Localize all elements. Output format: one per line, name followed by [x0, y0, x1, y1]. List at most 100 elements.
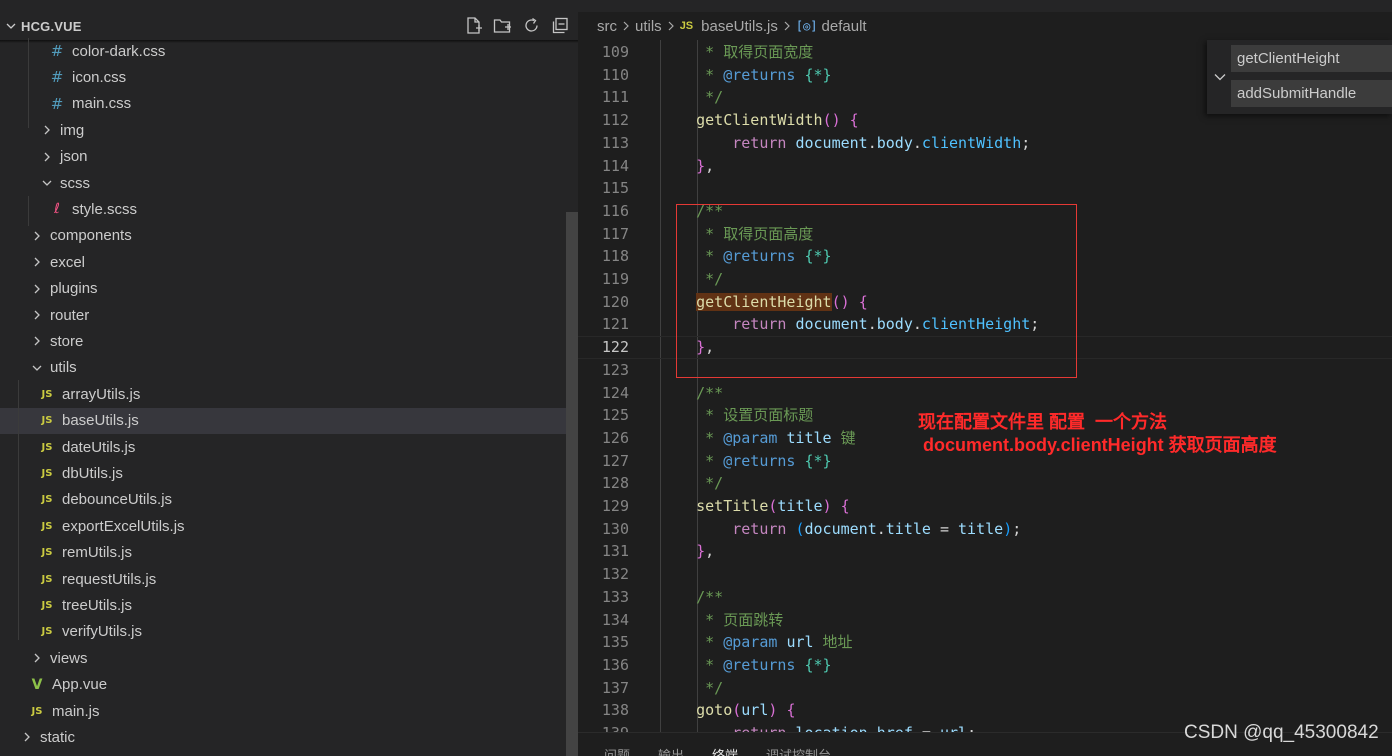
code-token: return [732, 519, 787, 538]
tree-folder[interactable]: static [0, 724, 578, 750]
line-number: 115 [601, 179, 629, 198]
tree-file[interactable]: JS requestUtils.js [0, 566, 578, 592]
code-line[interactable]: 130 return (document.title = title); [578, 518, 1392, 541]
tree-file[interactable]: # color-dark.css [0, 38, 578, 64]
suggest-item[interactable]: getClientHeight [1231, 45, 1392, 72]
annotation-line-1: 现在配置文件里 配置 一个方法 [918, 412, 1168, 432]
tab-debug-console[interactable]: 调试控制台 [766, 745, 831, 756]
code-token: * [660, 633, 724, 652]
new-folder-icon[interactable] [493, 16, 512, 35]
tab-terminal[interactable]: 终端 [712, 745, 738, 756]
chevron-down-icon[interactable] [1213, 70, 1227, 84]
breadcrumb-symbol[interactable]: default [822, 18, 867, 35]
tree-folder[interactable]: json [0, 144, 578, 170]
code-text: * 页面跳转 [660, 609, 783, 632]
code-line[interactable]: 134 * 页面跳转 [578, 609, 1392, 632]
tree-file[interactable]: V App.vue [0, 672, 578, 698]
tree-file[interactable]: JS main.js [0, 698, 578, 724]
tree-folder[interactable]: store [0, 328, 578, 354]
code-line[interactable]: 120 getClientHeight() { [578, 291, 1392, 314]
tree-folder[interactable]: excel [0, 249, 578, 275]
code-line[interactable]: 119 */ [578, 268, 1392, 291]
tree-file[interactable]: JS verifyUtils.js [0, 619, 578, 645]
code-line[interactable]: 135 * @param url 地址 [578, 631, 1392, 654]
tree-file[interactable]: JS remUtils.js [0, 540, 578, 566]
code-line[interactable]: 114 }, [578, 155, 1392, 178]
suggest-item[interactable]: addSubmitHandle [1231, 80, 1392, 107]
tree-folder[interactable]: utils [0, 355, 578, 381]
chevron-down-icon[interactable] [30, 361, 44, 375]
code-line[interactable]: 116 /** [578, 200, 1392, 223]
chevron-right-icon[interactable] [30, 651, 44, 665]
code-line[interactable]: 118 * @returns {*} [578, 245, 1392, 268]
tree-folder[interactable]: img [0, 117, 578, 143]
tree-folder[interactable]: router [0, 302, 578, 328]
refresh-icon[interactable] [522, 16, 541, 35]
code-token: . [912, 315, 922, 334]
code-token: . [868, 724, 877, 732]
code-token: * [660, 247, 724, 266]
code-line[interactable]: 132 [578, 563, 1392, 586]
tree-folder[interactable]: views [0, 645, 578, 671]
code-line[interactable]: 122 }, [578, 336, 1392, 359]
code-line[interactable]: 123 [578, 359, 1392, 382]
tree-file[interactable]: # main.css [0, 91, 578, 117]
tree-file[interactable]: JS baseUtils.js [0, 407, 578, 434]
js-file-icon: JS [41, 441, 53, 453]
breadcrumb-item[interactable]: utils [635, 18, 662, 35]
chevron-right-icon[interactable] [30, 229, 44, 243]
chevron-right-icon[interactable] [30, 334, 44, 348]
code-token: /** [660, 201, 724, 220]
tree-file[interactable]: JS dbUtils.js [0, 460, 578, 486]
tree-file[interactable]: JS arrayUtils.js [0, 381, 578, 407]
code-line[interactable]: 124 /** [578, 382, 1392, 405]
code-line[interactable]: 115 [578, 177, 1392, 200]
chevron-down-icon[interactable] [40, 176, 54, 190]
code-line[interactable]: 131 }, [578, 540, 1392, 563]
code-line[interactable]: 129 setTitle(title) { [578, 495, 1392, 518]
tree-file[interactable]: ℓ style.scss [0, 196, 578, 222]
tree-folder[interactable]: plugins [0, 276, 578, 302]
code-line[interactable]: 128 */ [578, 472, 1392, 495]
collapse-all-icon[interactable] [551, 16, 570, 35]
code-line[interactable]: 113 return document.body.clientWidth; [578, 132, 1392, 155]
code-token: setTitle [696, 497, 769, 515]
tree-label: remUtils.js [62, 544, 132, 562]
tree-folder[interactable]: components [0, 223, 578, 249]
code-line[interactable]: 137 */ [578, 677, 1392, 700]
code-editor[interactable]: 109 * 取得页面宽度 110 * @returns {*} 111 */112 … [578, 40, 1392, 732]
tree-label: exportExcelUtils.js [62, 517, 185, 535]
code-token: * 设置页面标题 [660, 406, 814, 425]
code-token: {*} [804, 451, 832, 470]
tab-output[interactable]: 输出 [658, 745, 684, 756]
chevron-right-icon[interactable] [30, 282, 44, 296]
tab-problems[interactable]: 问题 [604, 745, 630, 756]
chevron-right-icon[interactable] [30, 255, 44, 269]
code-line[interactable]: 117 * 取得页面高度 [578, 223, 1392, 246]
code-line[interactable]: 136 * @returns {*} [578, 654, 1392, 677]
chevron-right-icon[interactable] [40, 123, 54, 137]
new-file-icon[interactable] [464, 16, 483, 35]
tree-label: dbUtils.js [62, 464, 123, 482]
tree-folder[interactable]: scss [0, 170, 578, 196]
tree-file[interactable]: JS exportExcelUtils.js [0, 513, 578, 539]
chevron-down-icon[interactable] [6, 21, 16, 31]
code-token: * 页面跳转 [660, 610, 784, 629]
line-number: 136 [601, 655, 629, 674]
tree-file[interactable]: # icon.css [0, 64, 578, 90]
tree-file[interactable]: JS treeUtils.js [0, 592, 578, 618]
code-token: url [741, 701, 769, 720]
code-line[interactable]: 138 goto(url) { [578, 699, 1392, 722]
css-file-icon: # [50, 68, 64, 87]
breadcrumb-item[interactable]: src [597, 18, 617, 35]
tree-file[interactable]: JS dateUtils.js [0, 434, 578, 460]
code-line[interactable]: 133 /** [578, 586, 1392, 609]
chevron-right-icon[interactable] [30, 308, 44, 322]
chevron-right-icon[interactable] [20, 730, 34, 744]
breadcrumb-file[interactable]: baseUtils.js [701, 18, 778, 35]
tree-file[interactable]: JS debounceUtils.js [0, 487, 578, 513]
code-line[interactable]: 121 return document.body.clientHeight; [578, 313, 1392, 336]
chevron-right-icon[interactable] [40, 150, 54, 164]
explorer-scrollbar[interactable] [566, 212, 578, 756]
